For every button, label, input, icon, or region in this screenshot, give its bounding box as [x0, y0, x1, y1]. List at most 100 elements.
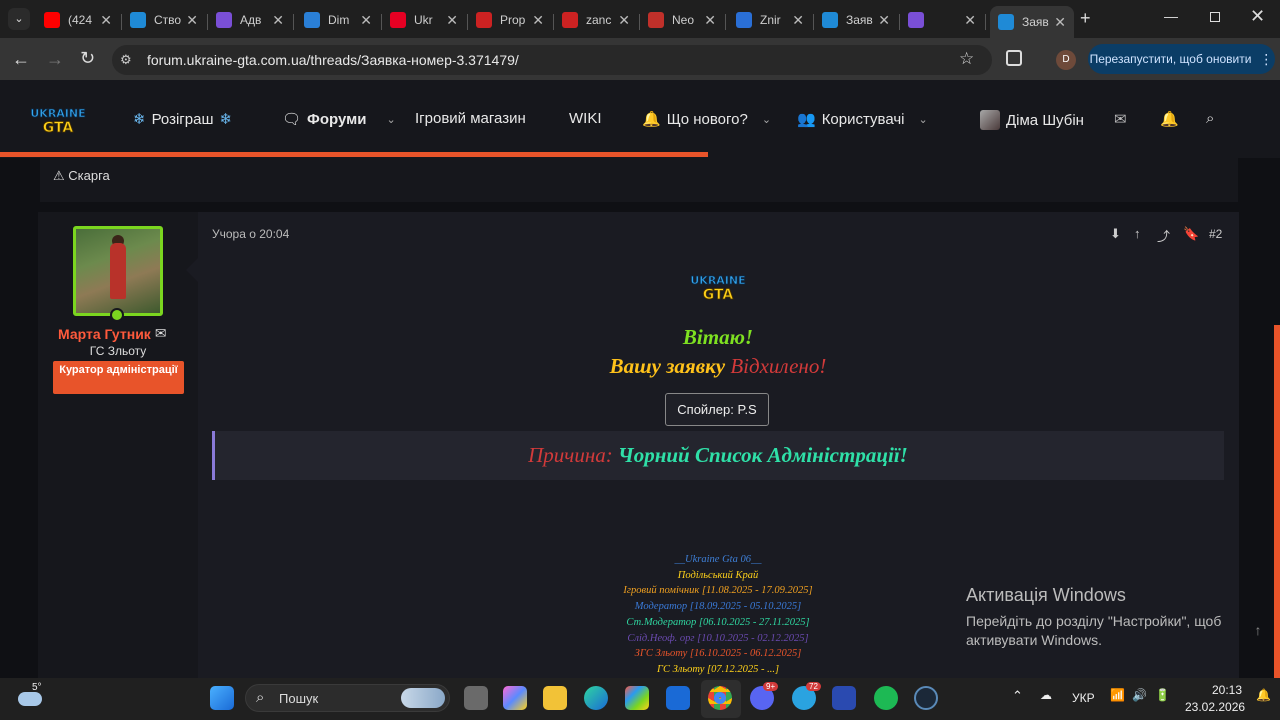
close-tab-icon[interactable]: ✕ [446, 12, 458, 29]
close-tab-icon[interactable]: ✕ [964, 12, 976, 29]
store-icon[interactable] [625, 686, 649, 710]
post-number[interactable]: #2 [1209, 227, 1222, 241]
browser-tab[interactable]: Заяв ✕ [814, 6, 898, 34]
app-icon[interactable] [832, 686, 856, 710]
onedrive-icon[interactable]: ☁ [1040, 688, 1052, 702]
close-tab-icon[interactable]: ✕ [618, 12, 630, 29]
close-tab-icon[interactable]: ✕ [272, 12, 284, 29]
relaunch-update-button[interactable]: Перезапустити, щоб оновити ⋮ [1088, 44, 1275, 74]
close-tab-icon[interactable]: ✕ [360, 12, 372, 29]
browser-tab[interactable]: Адв ✕ [208, 6, 292, 34]
clock-time[interactable]: 20:13 [1212, 683, 1242, 697]
extensions-icon[interactable] [1006, 50, 1022, 66]
upvote-arrow-icon[interactable]: ↑ [1134, 226, 1141, 241]
keyboard-language[interactable]: УКР [1072, 691, 1095, 705]
browser-tab[interactable]: Neo ✕ [640, 6, 724, 34]
reaction-icon[interactable]: ⬇ [1110, 226, 1121, 242]
nav-forums[interactable]: 🗨 Форуми ⌄ [282, 110, 396, 129]
wifi-icon[interactable]: 📶 [1110, 688, 1125, 702]
envelope-icon[interactable]: ✉ [155, 325, 167, 342]
copilot-icon[interactable] [503, 686, 527, 710]
volume-icon[interactable]: 🔊 [1132, 688, 1147, 702]
browser-tab[interactable]: ✕ [900, 6, 984, 34]
snowflake-icon: ❄ [219, 111, 233, 128]
tab-label: Заяв [1022, 15, 1049, 29]
close-tab-icon[interactable]: ✕ [186, 12, 198, 29]
close-tab-icon[interactable]: ✕ [792, 12, 804, 29]
nav-shop[interactable]: Ігровий магазин [415, 110, 526, 127]
scroll-to-top-icon[interactable]: ↑ [1248, 622, 1268, 644]
reload-button[interactable]: ↻ [80, 48, 95, 69]
ukraine-gta-icon [822, 12, 838, 28]
svg-text:GTA: GTA [703, 287, 734, 302]
clock-date[interactable]: 23.02.2026 [1185, 700, 1245, 714]
account-menu[interactable]: Діма Шубін [980, 110, 1084, 130]
nav-wiki[interactable]: WIKI [569, 110, 602, 127]
reason-value: Чорний Список Адміністрації! [618, 443, 908, 467]
discord-badge: 9+ [763, 682, 779, 691]
bookmark-icon[interactable]: 🔖 [1183, 226, 1199, 242]
minimize-button[interactable]: — [1164, 8, 1178, 24]
tray-overflow-icon[interactable]: ⌃ [1012, 688, 1023, 704]
chevron-down-icon[interactable]: ⌄ [762, 113, 771, 126]
spotify-icon[interactable] [874, 686, 898, 710]
reason-label: Причина: [528, 443, 618, 467]
profile-avatar[interactable]: D [1056, 50, 1076, 70]
close-window-button[interactable]: ✕ [1250, 6, 1265, 27]
svg-text:UKRAINE: UKRAINE [690, 274, 745, 287]
browser-tab[interactable]: Ство ✕ [122, 6, 206, 34]
chevron-down-icon[interactable]: ⌄ [386, 113, 395, 126]
author-avatar[interactable] [73, 226, 163, 316]
post-date[interactable]: Учора о 20:04 [212, 227, 289, 241]
battery-icon[interactable]: 🔋 [1155, 688, 1170, 702]
browser-tab[interactable]: Znir ✕ [728, 6, 812, 34]
tab-label: zanc [586, 13, 612, 27]
author-name[interactable]: Марта Гутник ✉ [58, 325, 167, 342]
close-tab-icon[interactable]: ✕ [100, 12, 112, 29]
tab-search-dropdown[interactable]: ⌄ [8, 8, 30, 30]
forward-button[interactable]: → [46, 49, 64, 70]
steam-icon[interactable] [914, 686, 938, 710]
alerts-bell-icon[interactable]: 🔔 [1160, 110, 1179, 128]
chrome-icon[interactable] [708, 686, 732, 710]
close-tab-icon[interactable]: ✕ [878, 12, 890, 29]
svg-text:GTA: GTA [43, 120, 74, 134]
close-tab-icon[interactable]: ✕ [532, 12, 544, 29]
new-tab-button[interactable]: + [1080, 8, 1091, 29]
restore-button[interactable] [1210, 12, 1220, 22]
report-link[interactable]: ⚠ Скарга [53, 168, 110, 184]
page-scrollbar[interactable] [1274, 325, 1280, 678]
chevron-down-icon[interactable]: ⌄ [919, 113, 928, 126]
more-menu-icon: ⋮ [1259, 50, 1274, 67]
weather-widget[interactable]: 5° [16, 682, 46, 710]
taskbar-search[interactable]: ⌕ Пошук [245, 684, 450, 712]
car-icon [562, 12, 578, 28]
site-logo[interactable]: UKRAINE GTA [30, 104, 86, 137]
browser-tab[interactable]: Prop ✕ [468, 6, 552, 34]
spoiler-button[interactable]: Спойлер: P.S [665, 393, 769, 426]
inbox-icon[interactable]: ✉ [1114, 110, 1127, 128]
share-icon[interactable]: ⤴ [1157, 226, 1170, 245]
nav-users[interactable]: 👥 Користувачі ⌄ [797, 110, 928, 129]
bookmark-star-icon[interactable]: ☆ [959, 49, 974, 69]
browser-tab[interactable]: Ukr ✕ [382, 6, 466, 34]
task-view-icon[interactable] [464, 686, 488, 710]
site-info-icon[interactable]: ⚙ [120, 52, 132, 68]
browser-tab[interactable]: zanc ✕ [554, 6, 638, 34]
url-text[interactable]: forum.ukraine-gta.com.ua/threads/Заявка-… [147, 52, 519, 68]
nav-whats-new[interactable]: 🔔 Що нового? ⌄ [642, 110, 771, 129]
outlook-icon[interactable] [666, 686, 690, 710]
search-icon[interactable]: ⌕ [1206, 110, 1214, 127]
close-tab-icon[interactable]: ✕ [1054, 14, 1066, 31]
notifications-icon[interactable]: 🔔 [1256, 688, 1271, 702]
form-icon [216, 12, 232, 28]
edge-icon[interactable] [584, 686, 608, 710]
nav-giveaway[interactable]: ❄ Розіграш ❄ [133, 110, 233, 129]
back-button[interactable]: ← [12, 49, 30, 70]
file-explorer-icon[interactable] [543, 686, 567, 710]
windows-start-icon[interactable] [210, 686, 234, 710]
close-tab-icon[interactable]: ✕ [704, 12, 716, 29]
browser-tab[interactable]: Заяв ✕ [990, 6, 1074, 38]
browser-tab[interactable]: (424 ✕ [36, 6, 120, 34]
browser-tab[interactable]: Dim ✕ [296, 6, 380, 34]
